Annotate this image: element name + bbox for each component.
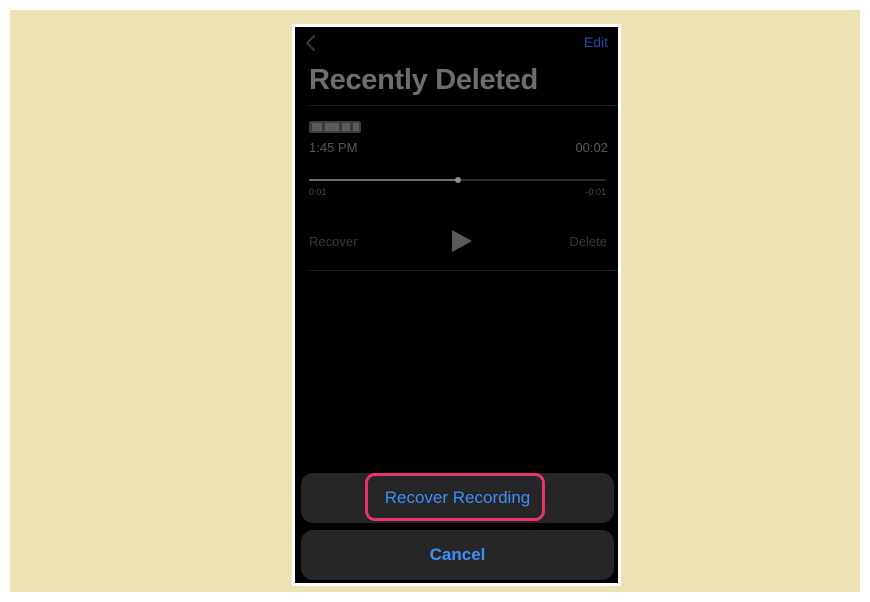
recover-recording-button[interactable]: Recover Recording [301,473,614,523]
recover-recording-label: Recover Recording [384,488,531,507]
elapsed-time: 0:01 [309,187,327,197]
divider [309,105,618,106]
recording-name-redacted [309,121,361,133]
recover-button[interactable]: Recover [309,234,357,249]
scrubber-progress [309,179,458,181]
recording-time: 1:45 PM [309,140,358,155]
remaining-time: -0:01 [585,187,606,197]
cancel-label: Cancel [429,545,486,564]
scrubber-handle[interactable] [454,177,461,183]
cancel-button[interactable]: Cancel [301,530,614,580]
recording-duration: 00:02 [575,140,608,155]
edit-button[interactable]: Edit [584,34,608,50]
delete-button[interactable]: Delete [569,234,607,249]
phone-screen: Edit Recently Deleted 1:45 PM 00:02 0:01… [295,27,618,583]
play-icon[interactable] [449,229,473,253]
divider [309,270,618,271]
playback-scrubber[interactable] [309,177,606,183]
page-title: Recently Deleted [309,64,538,96]
chevron-left-icon[interactable] [303,33,319,53]
